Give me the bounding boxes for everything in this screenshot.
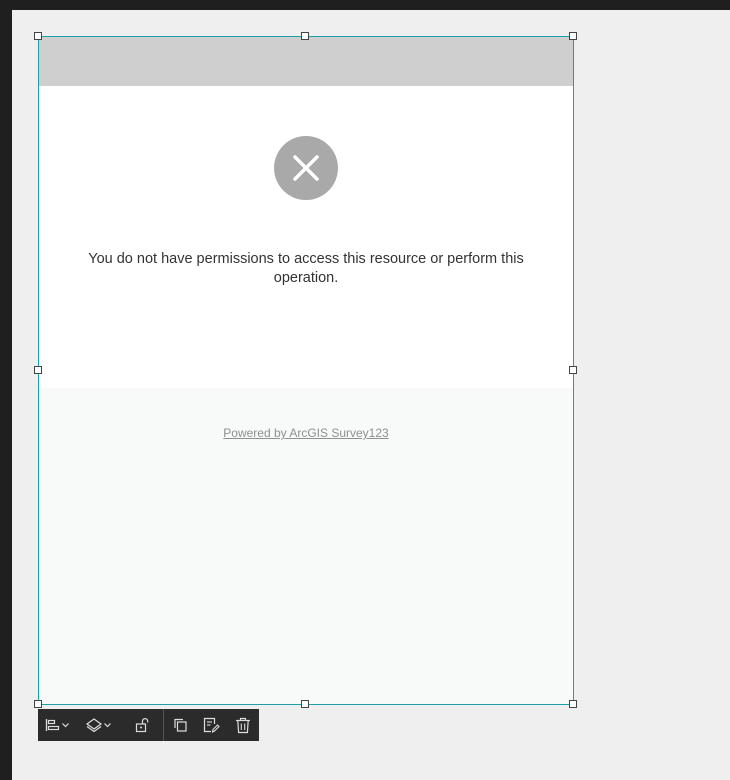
delete-button[interactable] [227, 709, 259, 741]
resize-handle-top-right[interactable] [569, 32, 577, 40]
resize-handle-middle-left[interactable] [34, 366, 42, 374]
resize-handle-top-center[interactable] [301, 32, 309, 40]
powered-by-link[interactable]: Powered by ArcGIS Survey123 [39, 426, 573, 440]
copy-icon [172, 717, 188, 733]
arrange-button[interactable] [78, 709, 120, 741]
edit-form-icon [202, 716, 220, 734]
resize-handle-bottom-center[interactable] [301, 700, 309, 708]
lock-button[interactable] [120, 709, 164, 741]
resize-handle-top-left[interactable] [34, 32, 42, 40]
align-button[interactable] [38, 709, 78, 741]
layers-icon [85, 717, 103, 733]
error-close-icon [274, 136, 338, 200]
align-left-icon [45, 718, 61, 732]
chevron-down-icon [61, 721, 70, 729]
resize-handle-bottom-left[interactable] [34, 700, 42, 708]
error-panel: You do not have permissions to access th… [39, 86, 573, 388]
edit-form-button[interactable] [195, 709, 227, 741]
embedded-survey-frame[interactable]: You do not have permissions to access th… [38, 36, 574, 705]
resize-handle-middle-right[interactable] [569, 366, 577, 374]
unlock-icon [134, 717, 150, 733]
chevron-down-icon [103, 721, 112, 729]
trash-icon [235, 717, 251, 734]
element-toolbar [38, 709, 259, 741]
survey-header-bar [39, 37, 573, 86]
resize-handle-bottom-right[interactable] [569, 700, 577, 708]
survey-footer: Powered by ArcGIS Survey123 [39, 388, 573, 704]
duplicate-button[interactable] [164, 709, 195, 741]
error-message: You do not have permissions to access th… [88, 251, 524, 286]
